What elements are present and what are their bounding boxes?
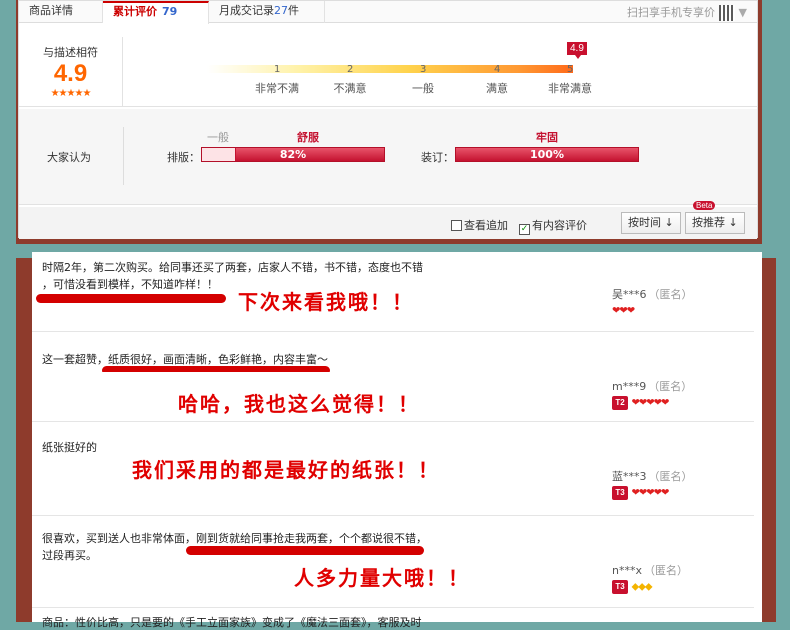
tab-bar: 商品详情 累计评价 79 月成交记录27件 扫扫享手机专享价 ▼ — [19, 1, 757, 24]
sort-by-recommend-button[interactable]: 按推荐 ↓ — [685, 212, 745, 234]
reviewer-name: m***9 — [612, 380, 647, 393]
rating-score-block: 与描述相符 4.9 ★★★★★ — [19, 37, 123, 107]
review-line: 很喜欢，买到送人也非常体面，刚到货就给同事抢走我两套，个个都说很不错， — [42, 532, 427, 545]
button-label: 按时间 — [628, 216, 661, 229]
tab-label: 累计评价 — [113, 5, 157, 18]
seller-reply: 下次来看我哦！！ — [238, 290, 414, 314]
rating-summary: 与描述相符 4.9 ★★★★★ 4.9 1 2 3 4 5 非常不满 不满意 一… — [19, 37, 757, 107]
rating-scale-bar — [207, 65, 573, 73]
reviewer[interactable]: n***x （匿名） — [612, 562, 688, 578]
highlight-underline — [36, 294, 226, 303]
rating-score: 4.9 — [53, 60, 88, 87]
beta-badge: Beta — [693, 201, 716, 210]
scale-label: 不满意 — [333, 82, 367, 95]
tab-label: 月成交记录 — [219, 4, 274, 17]
seller-reply: 人多力量大哦！！ — [294, 566, 470, 590]
checkbox-checked-icon: ✓ — [519, 224, 530, 235]
scale-tick: 3 — [420, 64, 427, 75]
seller-reply: 我们采用的都是最好的纸张！！ — [132, 458, 440, 482]
star-rating-icon: ★★★★★ — [50, 88, 92, 99]
rating-label: 与描述相符 — [43, 46, 98, 59]
sales-count: 27 — [274, 4, 288, 17]
opinion-percent: 100% — [530, 148, 564, 161]
reviewer[interactable]: 吴***6 （匿名） — [612, 286, 693, 302]
diamond-level-icon: ◆◆◆ — [631, 581, 653, 593]
opinion-low-label: 一般 — [207, 131, 229, 144]
review-item: 很喜欢，买到送人也非常体面，刚到货就给同事抢走我两套，个个都说很不错， 过段再买… — [32, 516, 754, 608]
review-item: 纸张挺好的 我们采用的都是最好的纸张！！ 蓝***3 （匿名） T3 ❤❤❤❤❤ — [32, 422, 754, 516]
scale-tick: 5 — [567, 64, 574, 75]
level-badge-icon: T3 — [612, 486, 628, 500]
bar-low-fill — [202, 148, 236, 161]
review-count: 79 — [162, 5, 178, 18]
tab-reviews[interactable]: 累计评价 79 — [103, 1, 209, 24]
checkbox-icon — [451, 220, 462, 231]
scale-label: 满意 — [486, 82, 508, 95]
chevron-down-icon: ▼ — [738, 6, 747, 19]
highlight-underline — [186, 546, 424, 555]
reviewer-level: T3 ◆◆◆ — [612, 580, 653, 594]
scan-label: 扫扫享手机专享价 — [627, 6, 716, 19]
score-marker: 4.9 — [567, 42, 587, 59]
checkbox-label: 有内容评价 — [532, 219, 587, 232]
level-badge-icon: T3 — [612, 580, 628, 594]
scale-label: 一般 — [412, 82, 434, 95]
opinion-row-label: 排版： — [167, 151, 200, 164]
review-text-partial: 商品：性价比高，只是要的《手工立面家族》变成了《魔法三面套》，客服及时 — [42, 616, 422, 629]
reviewer-level: ❤❤❤ — [612, 304, 635, 317]
heart-level-icon: ❤❤❤❤❤ — [631, 397, 670, 409]
anonymous-tag: （匿名） — [648, 470, 693, 483]
content-checkbox[interactable]: ✓ 有内容评价 — [519, 217, 587, 235]
arrow-down-icon: ↓ — [664, 216, 674, 229]
opinion-block: 大家认为 排版： 一般 舒服 82% 装订： 牢固 100% — [19, 109, 757, 205]
scale-tick: 2 — [347, 64, 354, 75]
button-label: 按推荐 — [692, 216, 725, 229]
sort-by-time-button[interactable]: 按时间 ↓ — [621, 212, 681, 234]
scale-tick: 1 — [274, 64, 281, 75]
scan-promo[interactable]: 扫扫享手机专享价 ▼ — [627, 4, 747, 21]
tab-monthly-sales[interactable]: 月成交记录27件 — [209, 1, 325, 23]
opinion-row-label: 装订： — [421, 151, 454, 164]
seller-reply: 哈哈，我也这么觉得！！ — [178, 392, 420, 416]
opinion-percent: 82% — [279, 148, 307, 161]
reviewer-name: 吴***6 — [612, 288, 647, 301]
opinion-bar-binding: 100% — [455, 147, 639, 162]
reviewer-level: T2 ❤❤❤❤❤ — [612, 396, 670, 410]
anonymous-tag: （匿名） — [648, 380, 693, 393]
opinion-label: 大家认为 — [47, 151, 91, 164]
tab-label: 商品详情 — [29, 4, 73, 17]
review-item: 这一套超赞，纸质很好，画面清晰，色彩鲜艳，内容丰富～ 哈哈，我也这么觉得！！ m… — [32, 332, 754, 422]
divider — [123, 127, 124, 185]
opinion-bar-layout: 82% — [201, 147, 385, 162]
heart-level-icon: ❤❤❤❤❤ — [631, 487, 670, 499]
anonymous-tag: （匿名） — [643, 564, 688, 577]
reviewer-level: T3 ❤❤❤❤❤ — [612, 486, 670, 500]
review-item: 时隔2年，第二次购买。给同事还买了两套，店家人不错，书不错，态度也不错 ，可惜没… — [32, 252, 754, 332]
reviewer-name: 蓝***3 — [612, 470, 647, 483]
level-badge-icon: T2 — [612, 396, 628, 410]
checkbox-label: 查看追加 — [464, 219, 508, 232]
sales-unit: 件 — [288, 4, 299, 17]
filter-bar: 查看追加 ✓ 有内容评价 按时间 ↓ 按推荐 ↓ Beta — [19, 201, 757, 239]
tab-product-details[interactable]: 商品详情 — [19, 1, 103, 23]
qr-code-icon — [719, 5, 736, 21]
anonymous-tag: （匿名） — [648, 288, 693, 301]
heart-level-icon: ❤❤❤ — [612, 305, 635, 317]
reviewer-name: n***x — [612, 564, 642, 577]
scale-label: 非常不满 — [255, 82, 299, 95]
rating-panel: 商品详情 累计评价 79 月成交记录27件 扫扫享手机专享价 ▼ 与描述相符 4.… — [18, 0, 758, 239]
append-checkbox[interactable]: 查看追加 — [451, 217, 508, 233]
opinion-high-label: 牢固 — [536, 131, 558, 144]
review-list: 时隔2年，第二次购买。给同事还买了两套，店家人不错，书不错，态度也不错 ，可惜没… — [32, 252, 762, 622]
review-line: 时隔2年，第二次购买。给同事还买了两套，店家人不错，书不错，态度也不错 — [42, 261, 423, 274]
arrow-down-icon: ↓ — [728, 216, 738, 229]
opinion-high-label: 舒服 — [297, 131, 319, 144]
reviewer[interactable]: m***9 （匿名） — [612, 378, 692, 394]
scale-label: 非常满意 — [548, 82, 592, 95]
reviewer[interactable]: 蓝***3 （匿名） — [612, 468, 693, 484]
review-text: 纸张挺好的 — [42, 441, 97, 454]
scale-tick: 4 — [494, 64, 501, 75]
